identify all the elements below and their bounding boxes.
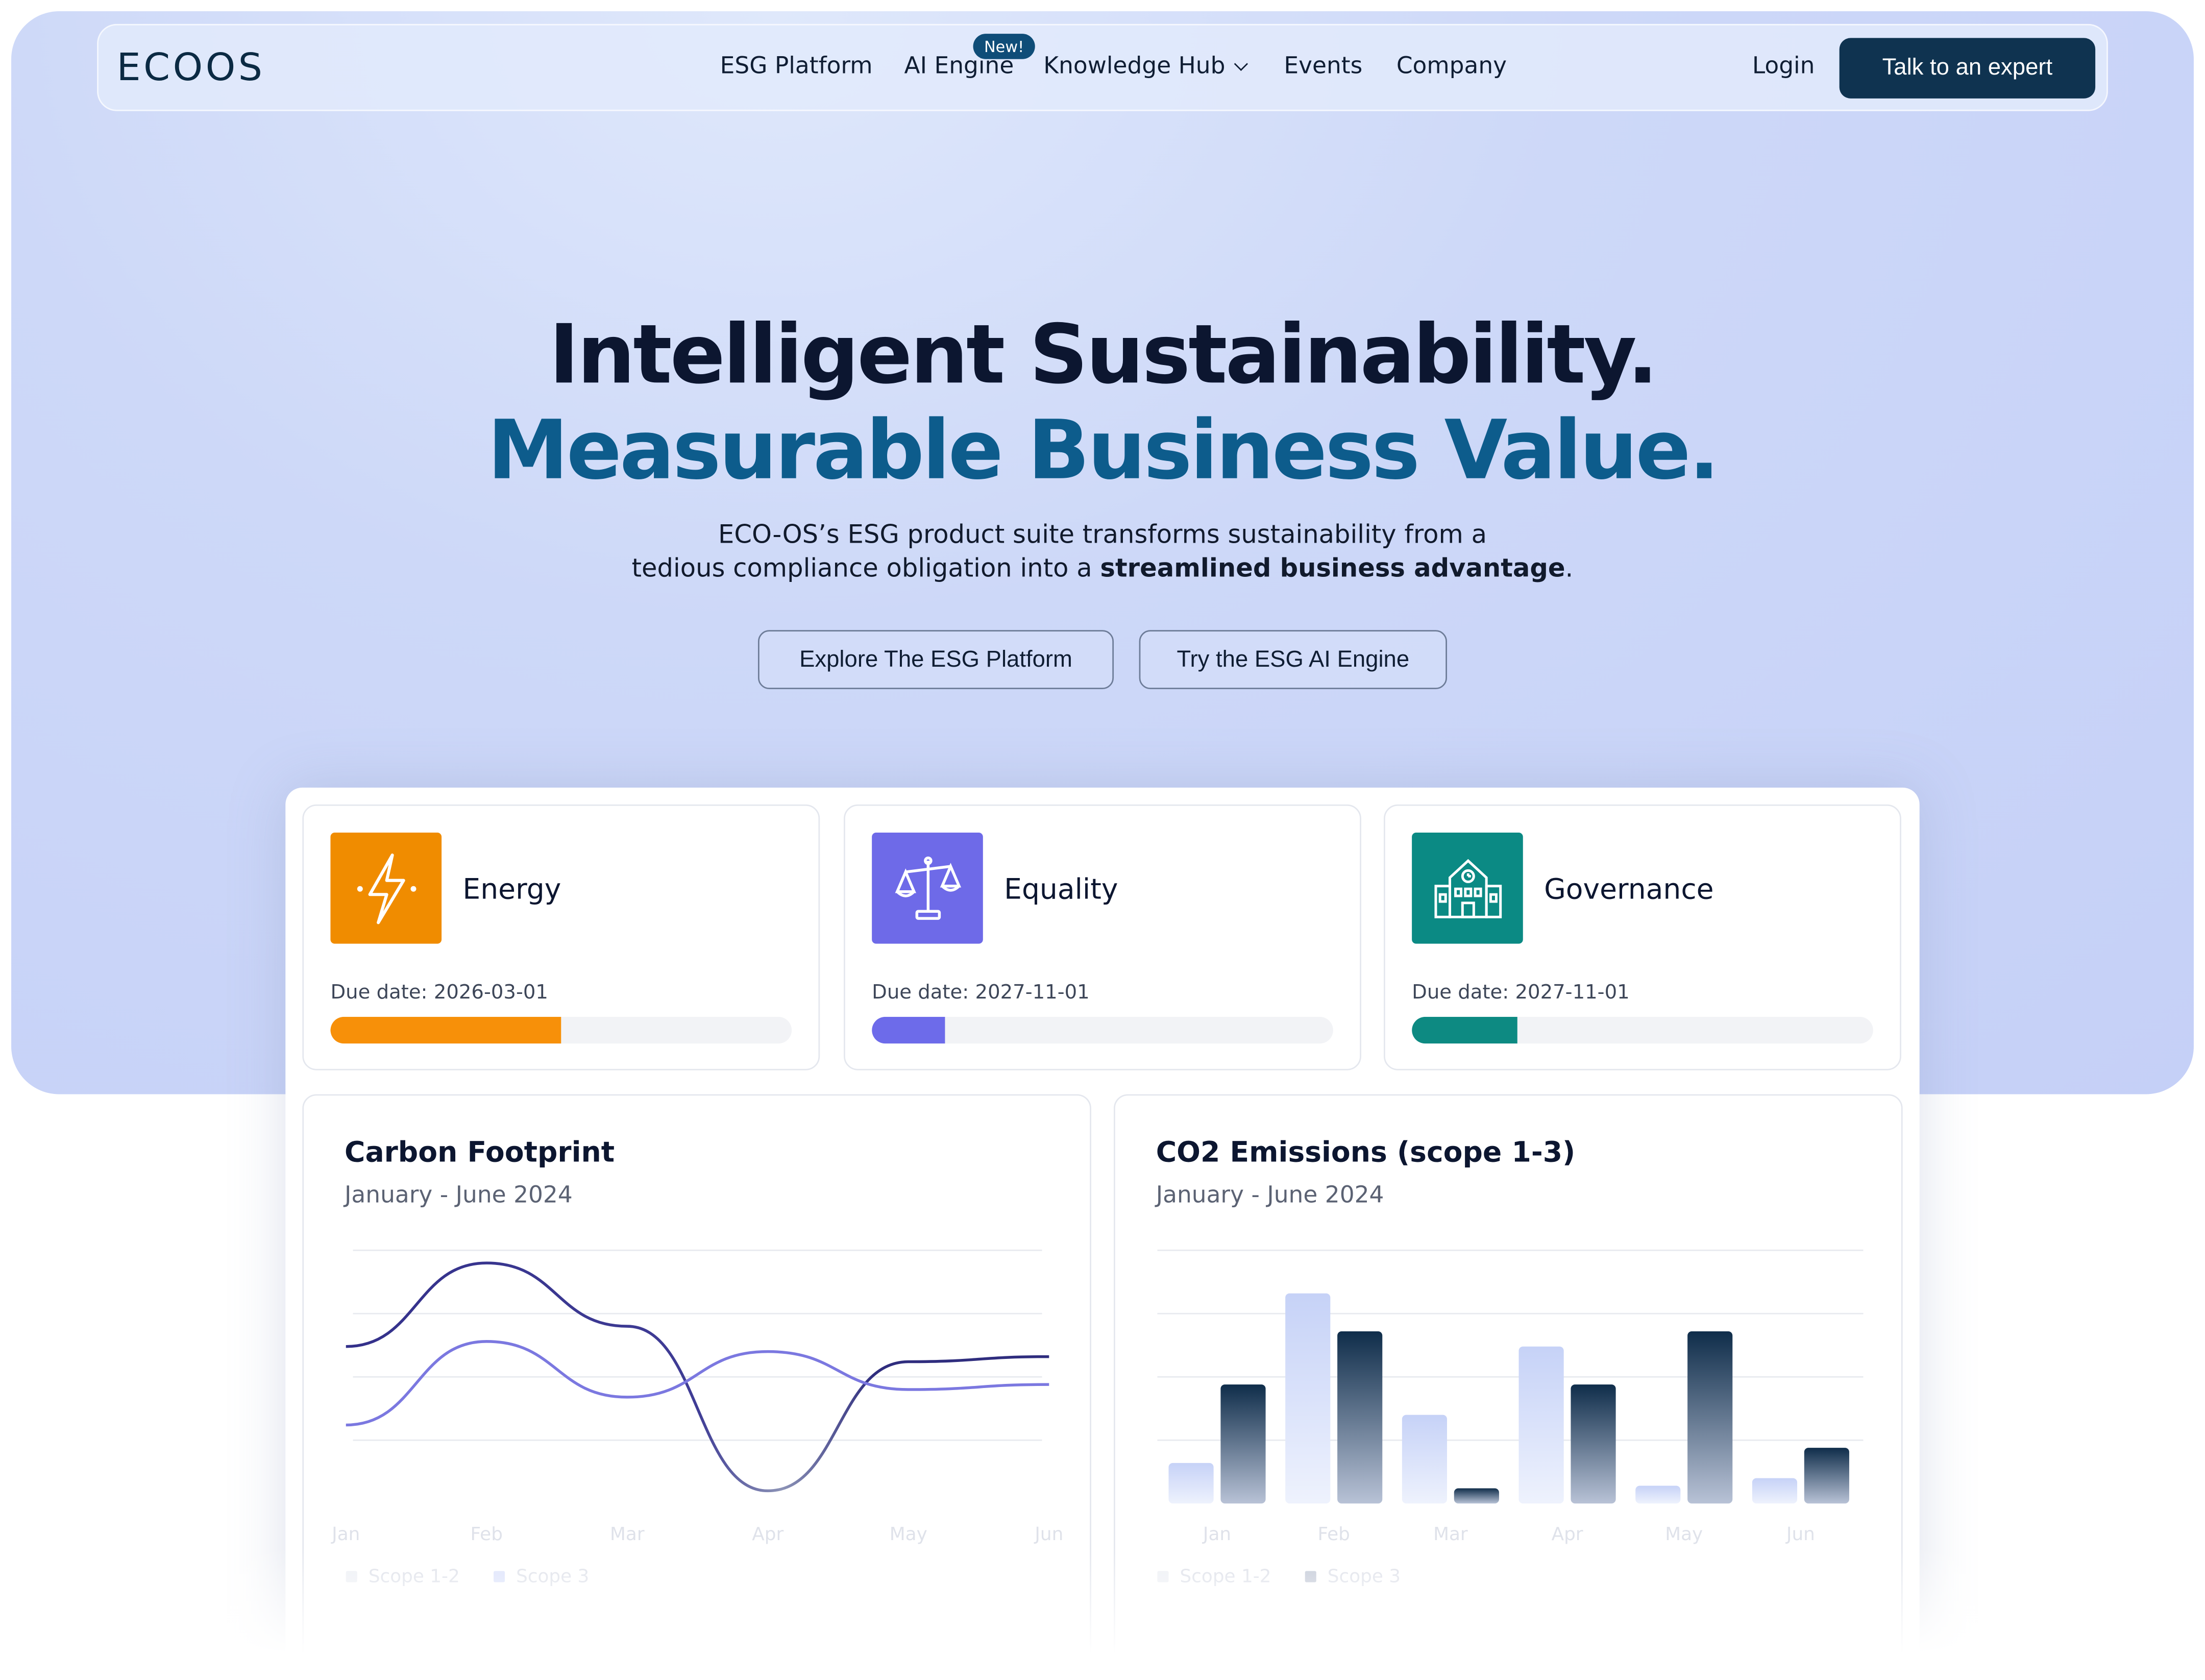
bar-scope-3 — [1454, 1488, 1499, 1504]
building-icon — [1412, 833, 1523, 944]
bar-scope-3 — [1571, 1384, 1616, 1504]
bar-scope-1-2 — [1402, 1415, 1447, 1504]
logo-text: ECOOS — [116, 45, 265, 89]
x-tick-label: May — [1665, 1524, 1703, 1545]
tile-equality: Equality Due date: 2027-11-01 — [844, 804, 1361, 1070]
headline-line-2: Measurable Business Value. — [487, 402, 1720, 498]
bar-scope-1-2 — [1518, 1346, 1564, 1504]
tile-due-date: Due date: 2027-11-01 — [872, 982, 1090, 1005]
subheadline-period: . — [1565, 554, 1574, 584]
x-tick-label: Jan — [331, 1524, 360, 1545]
chart-title: CO2 Emissions (scope 1-3) — [1156, 1135, 1576, 1169]
subheadline-emphasis: streamlined business advantage — [1100, 554, 1565, 584]
x-tick-label: Apr — [752, 1524, 783, 1545]
x-tick-label: Feb — [471, 1524, 503, 1545]
subheadline-line-1: ECO-OS’s ESG product suite transforms su… — [718, 520, 1487, 550]
x-tick-label: Mar — [1433, 1524, 1468, 1545]
dashboard-preview: Energy Due date: 2026-03-01 Equality Due… — [285, 787, 1920, 1680]
chart-title: Carbon Footprint — [344, 1135, 615, 1169]
top-navbar: ECOOS ESG Platform AI Engine New! Knowle… — [97, 23, 2108, 111]
subheadline-line-2: tedious compliance obligation into a str… — [0, 554, 2205, 584]
progress-fill — [330, 1016, 561, 1044]
scales-icon — [872, 833, 983, 944]
progress-track — [872, 1016, 1333, 1044]
lightning-icon — [330, 833, 442, 944]
progress-fill — [872, 1016, 946, 1044]
new-badge: New! — [973, 34, 1035, 59]
bar-scope-3 — [1687, 1331, 1733, 1504]
tile-title: Energy — [462, 872, 561, 906]
progress-track — [1412, 1016, 1873, 1044]
tile-energy: Energy Due date: 2026-03-01 — [302, 804, 820, 1070]
headline-line-1: Intelligent Sustainability. — [549, 306, 1658, 402]
try-ai-engine-button[interactable]: Try the ESG AI Engine — [1139, 630, 1447, 689]
bar-scope-1-2 — [1752, 1478, 1798, 1504]
nav-company[interactable]: Company — [1396, 52, 1507, 79]
login-link[interactable]: Login — [1752, 52, 1815, 79]
x-tick-label: Jun — [1034, 1524, 1063, 1545]
tile-title: Governance — [1544, 872, 1714, 906]
x-tick-label: Apr — [1552, 1524, 1583, 1545]
tile-title: Equality — [1004, 872, 1118, 906]
x-tick-label: Jan — [1202, 1524, 1231, 1545]
talk-to-expert-button[interactable]: Talk to an expert — [1839, 38, 2096, 99]
explore-platform-button[interactable]: Explore The ESG Platform — [757, 630, 1114, 689]
logo[interactable]: ECOOS — [117, 42, 265, 93]
tile-governance: Governance Due date: 2027-11-01 — [1384, 804, 1901, 1070]
nav-knowledge-hub-label: Knowledge Hub — [1043, 52, 1226, 79]
bar-scope-3 — [1804, 1448, 1849, 1504]
bar-scope-3 — [1220, 1384, 1266, 1504]
bar-scope-1-2 — [1285, 1293, 1331, 1504]
page: ECOOS ESG Platform AI Engine New! Knowle… — [0, 0, 2205, 1680]
progress-fill — [1412, 1016, 1518, 1044]
line-series-2 — [346, 1340, 1049, 1427]
chevron-down-icon — [1234, 57, 1248, 71]
nav-events[interactable]: Events — [1284, 52, 1362, 79]
bar-scope-3 — [1337, 1331, 1383, 1504]
bottom-fade — [0, 1547, 2205, 1680]
bar-scope-1-2 — [1635, 1486, 1681, 1504]
x-tick-label: Mar — [610, 1524, 645, 1545]
tile-due-date: Due date: 2026-03-01 — [330, 982, 549, 1005]
tile-due-date: Due date: 2027-11-01 — [1412, 982, 1630, 1005]
nav-esg-platform[interactable]: ESG Platform — [720, 52, 873, 79]
nav-knowledge-hub[interactable]: Knowledge Hub — [1043, 52, 1248, 79]
x-tick-label: Feb — [1318, 1524, 1350, 1545]
x-tick-label: Jun — [1785, 1524, 1815, 1545]
subheadline-text: tedious compliance obligation into a — [631, 554, 1100, 584]
x-tick-label: May — [890, 1524, 927, 1545]
progress-track — [330, 1016, 792, 1044]
bar-scope-1-2 — [1168, 1463, 1214, 1504]
